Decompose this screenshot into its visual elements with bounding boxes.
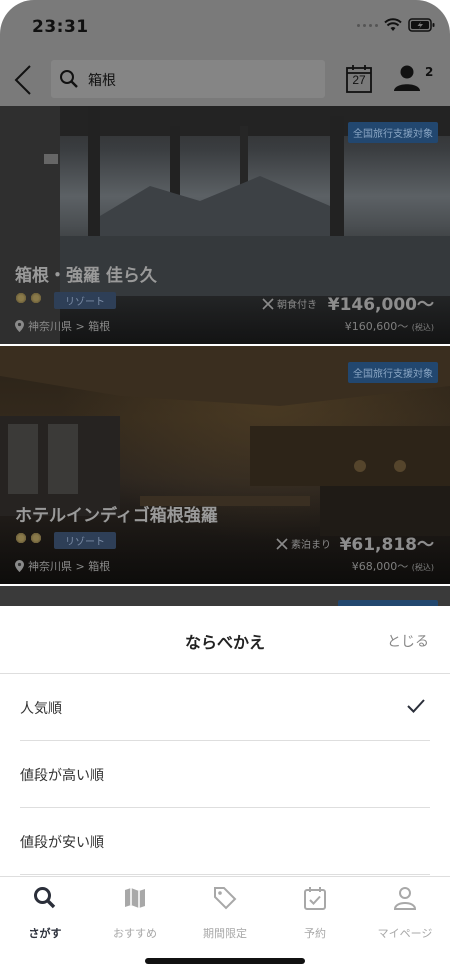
tab-search[interactable]: さがす [0, 885, 90, 941]
sort-option-price-high[interactable]: 値段が高い順 [20, 741, 430, 808]
sort-option-label: 人気順 [20, 701, 62, 717]
home-indicator [145, 958, 305, 964]
tab-label: マイページ [377, 927, 433, 940]
tab-limited-time[interactable]: 期間限定 [180, 885, 270, 941]
screen: 23:31 箱根 27 2 全国旅行支援対象 箱根・強羅 佳ら久 リゾート 神奈… [0, 0, 450, 972]
sort-sheet: ならべかえ とじる 人気順 値段が高い順 値段が安い順 [0, 606, 450, 876]
tab-mypage[interactable]: マイページ [360, 885, 450, 941]
sort-option-popular[interactable]: 人気順 [20, 674, 430, 741]
sheet-title: ならべかえ [184, 633, 265, 652]
tag-icon [214, 887, 237, 910]
sort-option-label: 値段が高い順 [20, 768, 104, 784]
person-icon [393, 887, 417, 910]
divider [20, 874, 430, 875]
tab-label: おすすめ [113, 927, 157, 940]
tab-reservations[interactable]: 予約 [270, 885, 360, 941]
checkmark-icon [407, 699, 425, 713]
search-icon [34, 887, 56, 909]
map-icon [125, 888, 145, 908]
sort-option-label: 値段が安い順 [20, 835, 104, 851]
modal-backdrop[interactable] [0, 0, 450, 606]
sort-option-price-low[interactable]: 値段が安い順 [20, 808, 430, 875]
tab-label: さがす [28, 927, 62, 940]
close-button[interactable]: とじる [387, 631, 429, 651]
calendar-check-icon [304, 887, 326, 910]
tab-label: 予約 [304, 927, 326, 940]
tab-recommended[interactable]: おすすめ [90, 885, 180, 941]
tab-label: 期間限定 [203, 927, 247, 940]
